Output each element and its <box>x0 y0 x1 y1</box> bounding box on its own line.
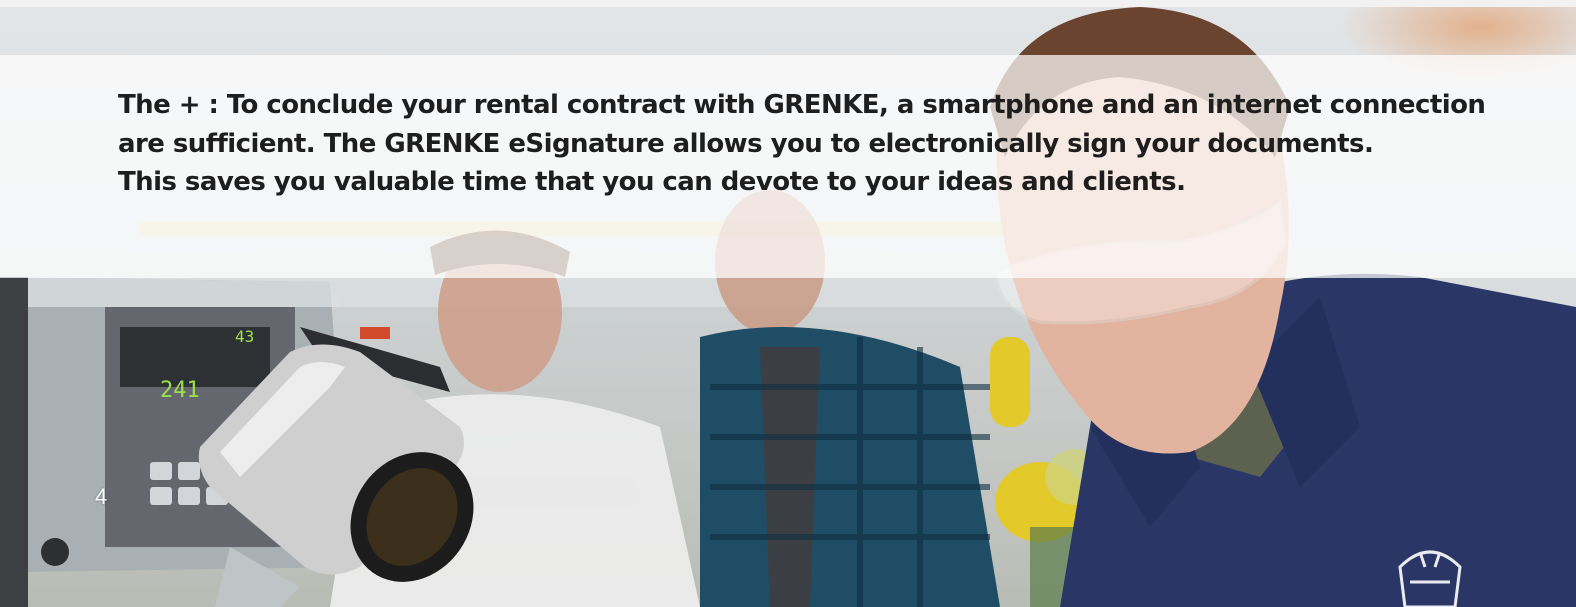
page-number: 4 <box>95 484 108 509</box>
display-reading: 241 <box>160 378 200 403</box>
paragraph-line-3: This saves you valuable time that you ca… <box>118 167 1186 197</box>
top-strip <box>0 0 1576 7</box>
paragraph-line-1: The + : To conclude your rental contract… <box>118 90 1486 120</box>
display-reading-small: 43 <box>235 327 254 346</box>
body-paragraph: The + : To conclude your rental contract… <box>118 86 1486 202</box>
paragraph-line-2: are sufficient. The GRENKE eSignature al… <box>118 128 1374 159</box>
